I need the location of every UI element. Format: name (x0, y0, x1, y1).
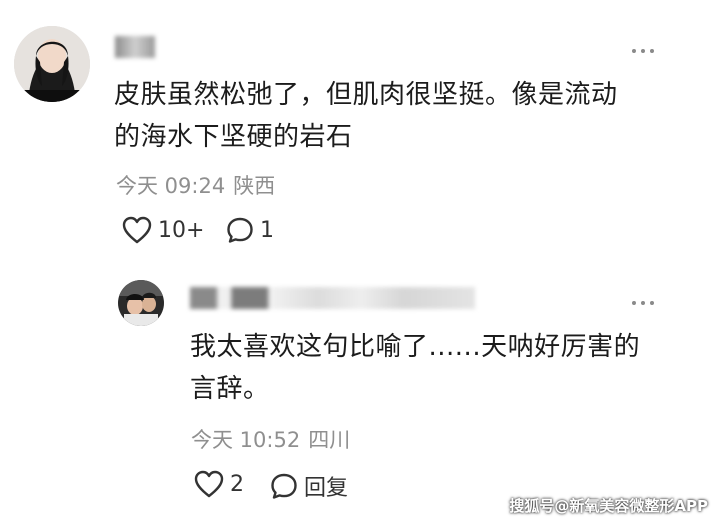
avatar[interactable] (14, 26, 90, 102)
reply-count: 1 (260, 217, 274, 243)
speech-bubble-icon (271, 473, 297, 499)
reply-timestamp: 今天 10:52 (191, 428, 301, 452)
watermark: 搜狐号@新氧美容微整形APP (509, 497, 708, 515)
reply-body-line-1: 我太喜欢这句比喻了......天呐好厉害的 (190, 332, 641, 362)
comment-timestamp: 今天 09:24 (116, 174, 226, 198)
avatar-photo (118, 280, 164, 326)
reply-meta: 今天 10:52 四川 (191, 424, 358, 454)
username-redacted[interactable] (115, 36, 155, 58)
reply-location: 四川 (308, 428, 351, 452)
comment-body-line-1: 皮肤虽然松弛了，但肌肉很坚挺。像是流动 (114, 80, 618, 110)
reply-like-count: 2 (230, 471, 244, 497)
reply-reply-button[interactable]: 回复 (270, 470, 348, 502)
like-count: 10+ (158, 217, 205, 243)
reply-body-line-2: 言辞。 (190, 374, 270, 404)
reply-body: 我太喜欢这句比喻了......天呐好厉害的 言辞。 (190, 326, 700, 410)
reply-like-button[interactable]: 2 (194, 470, 244, 498)
more-dots-icon[interactable] (632, 40, 660, 53)
avatar-photo (14, 26, 90, 102)
comment-meta: 今天 09:24 陕西 (116, 170, 283, 200)
reply-avatar[interactable] (118, 280, 164, 326)
more-dots-icon[interactable] (632, 292, 660, 305)
reply-button[interactable]: 1 (226, 216, 274, 244)
heart-outline-icon (194, 470, 224, 498)
reply-label: 回复 (304, 476, 349, 501)
comment-location: 陕西 (233, 174, 276, 198)
heart-outline-icon (122, 216, 152, 244)
like-button[interactable]: 10+ (122, 216, 204, 244)
comment-body-line-2: 的海水下坚硬的岩石 (114, 122, 353, 152)
comment-body: 皮肤虽然松弛了，但肌肉很坚挺。像是流动 的海水下坚硬的岩石 (114, 74, 694, 158)
speech-bubble-icon (227, 217, 253, 243)
comment-thread: 皮肤虽然松弛了，但肌肉很坚挺。像是流动 的海水下坚硬的岩石 今天 09:24 陕西… (0, 0, 718, 524)
reply-username-redacted[interactable] (190, 287, 475, 309)
